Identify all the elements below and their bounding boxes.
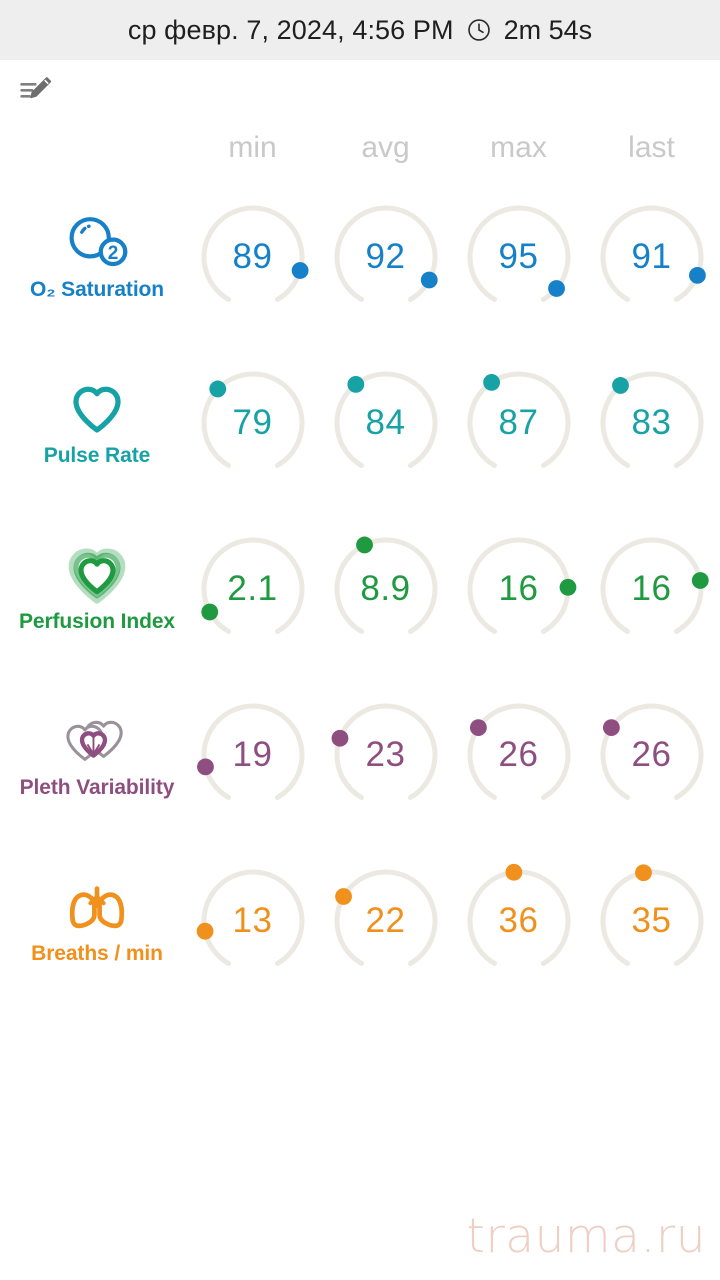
metric-cell-last[interactable]: 16 bbox=[585, 527, 718, 651]
metrics-table: min avg max last 2 O₂ Saturation 89 92 9… bbox=[0, 122, 720, 1004]
gauge-value: 8.9 bbox=[360, 569, 411, 608]
gauge-value: 26 bbox=[498, 735, 539, 774]
gauge-dial: 2.1 bbox=[191, 527, 315, 651]
gauge-value: 79 bbox=[232, 403, 273, 442]
metric-cell-min[interactable]: 89 bbox=[186, 195, 319, 319]
nested-hearts-icon bbox=[64, 545, 130, 605]
metric-label-cell[interactable]: 2 O₂ Saturation bbox=[8, 213, 186, 302]
overlapping-hearts-icon bbox=[64, 711, 130, 771]
gauge-value: 19 bbox=[232, 735, 273, 774]
metric-cell-last[interactable]: 26 bbox=[585, 693, 718, 817]
column-header-min: min bbox=[228, 131, 277, 164]
gauge-value: 91 bbox=[631, 237, 672, 276]
gauge-value: 23 bbox=[365, 735, 406, 774]
gauge-dial: 8.9 bbox=[324, 527, 448, 651]
heart-outline-icon bbox=[64, 379, 130, 439]
gauge-dial: 89 bbox=[191, 195, 315, 319]
gauge-dial: 95 bbox=[457, 195, 581, 319]
metric-cell-avg[interactable]: 92 bbox=[319, 195, 452, 319]
gauge-value: 35 bbox=[631, 901, 672, 940]
metric-cell-avg[interactable]: 22 bbox=[319, 859, 452, 983]
metric-row[interactable]: Breaths / min 13 22 36 35 bbox=[8, 838, 712, 1004]
metric-cell-last[interactable]: 91 bbox=[585, 195, 718, 319]
gauge-dial: 19 bbox=[191, 693, 315, 817]
session-datetime: ср февр. 7, 2024, 4:56 PM bbox=[127, 14, 454, 45]
metric-cell-avg[interactable]: 8.9 bbox=[319, 527, 452, 651]
gauge-dial: 13 bbox=[191, 859, 315, 983]
gauge-dial: 91 bbox=[590, 195, 714, 319]
metric-cell-min[interactable]: 79 bbox=[186, 361, 319, 485]
metric-cell-max[interactable]: 16 bbox=[452, 527, 585, 651]
metric-cell-max[interactable]: 26 bbox=[452, 693, 585, 817]
gauge-dial: 79 bbox=[191, 361, 315, 485]
gauge-dial: 23 bbox=[324, 693, 448, 817]
gauge-value: 84 bbox=[365, 403, 406, 442]
clock-icon bbox=[466, 17, 492, 43]
gauge-value: 26 bbox=[631, 735, 672, 774]
gauge-value: 16 bbox=[631, 569, 672, 608]
metric-label-cell[interactable]: Pulse Rate bbox=[8, 379, 186, 468]
toolbar bbox=[0, 60, 720, 122]
gauge-value: 36 bbox=[498, 901, 539, 940]
metric-cell-last[interactable]: 35 bbox=[585, 859, 718, 983]
metric-row[interactable]: Pulse Rate 79 84 87 83 bbox=[8, 340, 712, 506]
metric-name: Pleth Variability bbox=[19, 775, 175, 799]
gauge-value: 13 bbox=[232, 901, 273, 940]
gauge-dial: 92 bbox=[324, 195, 448, 319]
watermark: trauma.ru bbox=[466, 1209, 706, 1264]
session-duration: 2m 54s bbox=[503, 14, 593, 45]
metric-name: Perfusion Index bbox=[18, 609, 176, 633]
gauge-dial: 35 bbox=[590, 859, 714, 983]
metric-cell-last[interactable]: 83 bbox=[585, 361, 718, 485]
gauge-dial: 16 bbox=[457, 527, 581, 651]
metric-cell-avg[interactable]: 23 bbox=[319, 693, 452, 817]
gauge-value: 92 bbox=[365, 237, 406, 276]
metric-cell-max[interactable]: 95 bbox=[452, 195, 585, 319]
gauge-dial: 22 bbox=[324, 859, 448, 983]
gauge-dial: 26 bbox=[457, 693, 581, 817]
gauge-dial: 87 bbox=[457, 361, 581, 485]
column-header-avg: avg bbox=[361, 131, 410, 164]
edit-note-icon[interactable] bbox=[16, 70, 58, 112]
gauge-value: 22 bbox=[365, 901, 406, 940]
header-bar: ср февр. 7, 2024, 4:56 PM 2m 54s bbox=[0, 0, 720, 60]
metric-rows: 2 O₂ Saturation 89 92 95 91 Pulse Rate 7… bbox=[8, 174, 712, 1004]
metric-cell-max[interactable]: 36 bbox=[452, 859, 585, 983]
metric-cell-avg[interactable]: 84 bbox=[319, 361, 452, 485]
metric-cell-min[interactable]: 2.1 bbox=[186, 527, 319, 651]
metric-name: O₂ Saturation bbox=[29, 277, 165, 301]
column-header-last: last bbox=[628, 131, 675, 164]
oxygen-saturation-icon: 2 bbox=[64, 213, 130, 273]
metric-row[interactable]: Pleth Variability 19 23 26 26 bbox=[8, 672, 712, 838]
gauge-value: 87 bbox=[498, 403, 539, 442]
gauge-dial: 83 bbox=[590, 361, 714, 485]
lungs-icon bbox=[64, 877, 130, 937]
svg-text:2: 2 bbox=[108, 243, 119, 264]
gauge-dial: 84 bbox=[324, 361, 448, 485]
gauge-dial: 36 bbox=[457, 859, 581, 983]
metric-name: Pulse Rate bbox=[43, 443, 151, 467]
app-screen: ср февр. 7, 2024, 4:56 PM 2m 54s min avg bbox=[0, 0, 720, 1280]
gauge-dial: 26 bbox=[590, 693, 714, 817]
metric-cell-min[interactable]: 19 bbox=[186, 693, 319, 817]
gauge-value: 89 bbox=[232, 237, 273, 276]
gauge-value: 16 bbox=[498, 569, 539, 608]
gauge-value: 83 bbox=[631, 403, 672, 442]
gauge-dial: 16 bbox=[590, 527, 714, 651]
metric-row[interactable]: 2 O₂ Saturation 89 92 95 91 bbox=[8, 174, 712, 340]
gauge-value: 95 bbox=[498, 237, 539, 276]
metric-row[interactable]: Perfusion Index 2.1 8.9 16 16 bbox=[8, 506, 712, 672]
metric-cell-max[interactable]: 87 bbox=[452, 361, 585, 485]
metric-label-cell[interactable]: Perfusion Index bbox=[8, 545, 186, 634]
metric-cell-min[interactable]: 13 bbox=[186, 859, 319, 983]
metric-label-cell[interactable]: Breaths / min bbox=[8, 877, 186, 966]
gauge-value: 2.1 bbox=[227, 569, 278, 608]
column-header-max: max bbox=[490, 131, 547, 164]
column-headers: min avg max last bbox=[8, 122, 712, 174]
metric-label-cell[interactable]: Pleth Variability bbox=[8, 711, 186, 800]
metric-name: Breaths / min bbox=[31, 941, 163, 965]
